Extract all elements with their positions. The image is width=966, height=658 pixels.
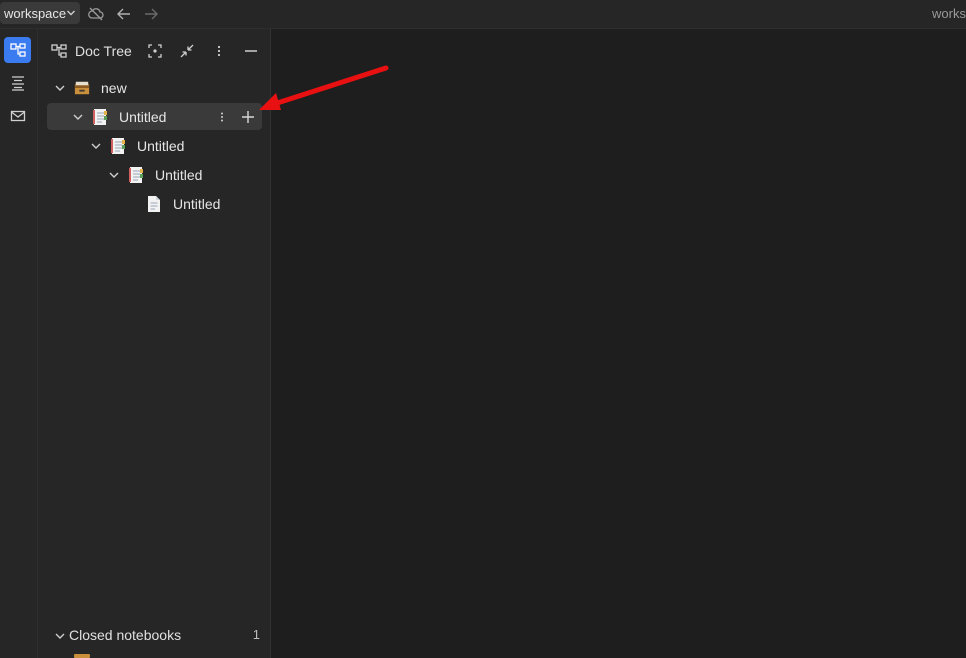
tree-item-row[interactable]: Untitled — [47, 190, 262, 217]
doc-tree-panel: Doc Tree new Untitled Untitled Untitled … — [38, 29, 271, 658]
inbox-icon — [10, 110, 25, 122]
minimize-icon — [245, 50, 257, 52]
focus-icon — [148, 44, 162, 58]
add-subdoc-button[interactable] — [240, 109, 256, 125]
cloud-off-icon[interactable] — [87, 5, 105, 23]
tree-item-row[interactable]: Untitled — [47, 132, 262, 159]
more-vertical-icon — [221, 112, 223, 122]
tree-item-label: Untitled — [173, 196, 221, 212]
window-title: works — [932, 6, 966, 21]
tree-item-row[interactable]: Untitled — [47, 161, 262, 188]
more-vertical-icon — [217, 45, 221, 57]
locate-doc-button[interactable] — [146, 42, 164, 60]
minimize-panel-button[interactable] — [242, 42, 260, 60]
tree-item-row[interactable]: Untitled — [47, 103, 262, 130]
rail-doc-tree-button[interactable] — [4, 37, 31, 63]
collapse-all-button[interactable] — [178, 42, 196, 60]
chevron-down-icon[interactable] — [54, 82, 66, 94]
top-toolbar: workspace works — [0, 0, 966, 29]
doc-tree-icon — [51, 44, 67, 58]
closed-notebooks-header[interactable]: Closed notebooks 1 — [52, 626, 260, 646]
panel-more-button[interactable] — [210, 42, 228, 60]
chevron-down-icon[interactable] — [90, 140, 102, 152]
tree-item-label: Untitled — [119, 109, 167, 125]
workspace-switcher-button[interactable]: workspace — [0, 2, 80, 24]
closed-notebook-icon — [74, 654, 90, 658]
outline-icon — [11, 76, 24, 91]
tree-item-label: Untitled — [155, 167, 203, 183]
document-icon — [148, 196, 160, 212]
chevron-down-icon[interactable] — [108, 169, 120, 181]
rail-outline-button[interactable] — [4, 70, 31, 96]
plus-icon — [242, 111, 254, 123]
panel-title: Doc Tree — [75, 43, 132, 59]
doc-tree-icon — [9, 43, 26, 57]
workspace-label: workspace — [4, 5, 67, 21]
closed-notebooks-count: 1 — [252, 627, 260, 642]
editor-area — [271, 29, 966, 658]
notebook-name: new — [101, 80, 127, 96]
back-arrow-icon[interactable] — [115, 5, 133, 23]
document-with-children-icon — [93, 109, 107, 125]
notebook-box-icon — [74, 81, 90, 95]
rail-inbox-button[interactable] — [4, 103, 31, 129]
collapse-icon — [180, 44, 194, 58]
chevron-down-icon — [67, 10, 75, 16]
chevron-down-icon[interactable] — [72, 111, 84, 123]
notebook-row[interactable]: new — [47, 74, 262, 101]
document-with-children-icon — [111, 138, 125, 154]
tree-item-label: Untitled — [137, 138, 185, 154]
left-dock-rail — [0, 29, 38, 658]
document-with-children-icon — [129, 167, 143, 183]
forward-arrow-icon[interactable] — [142, 5, 160, 23]
item-more-button[interactable] — [214, 109, 230, 125]
closed-notebooks-label: Closed notebooks — [69, 627, 182, 643]
chevron-down-icon — [55, 633, 65, 639]
